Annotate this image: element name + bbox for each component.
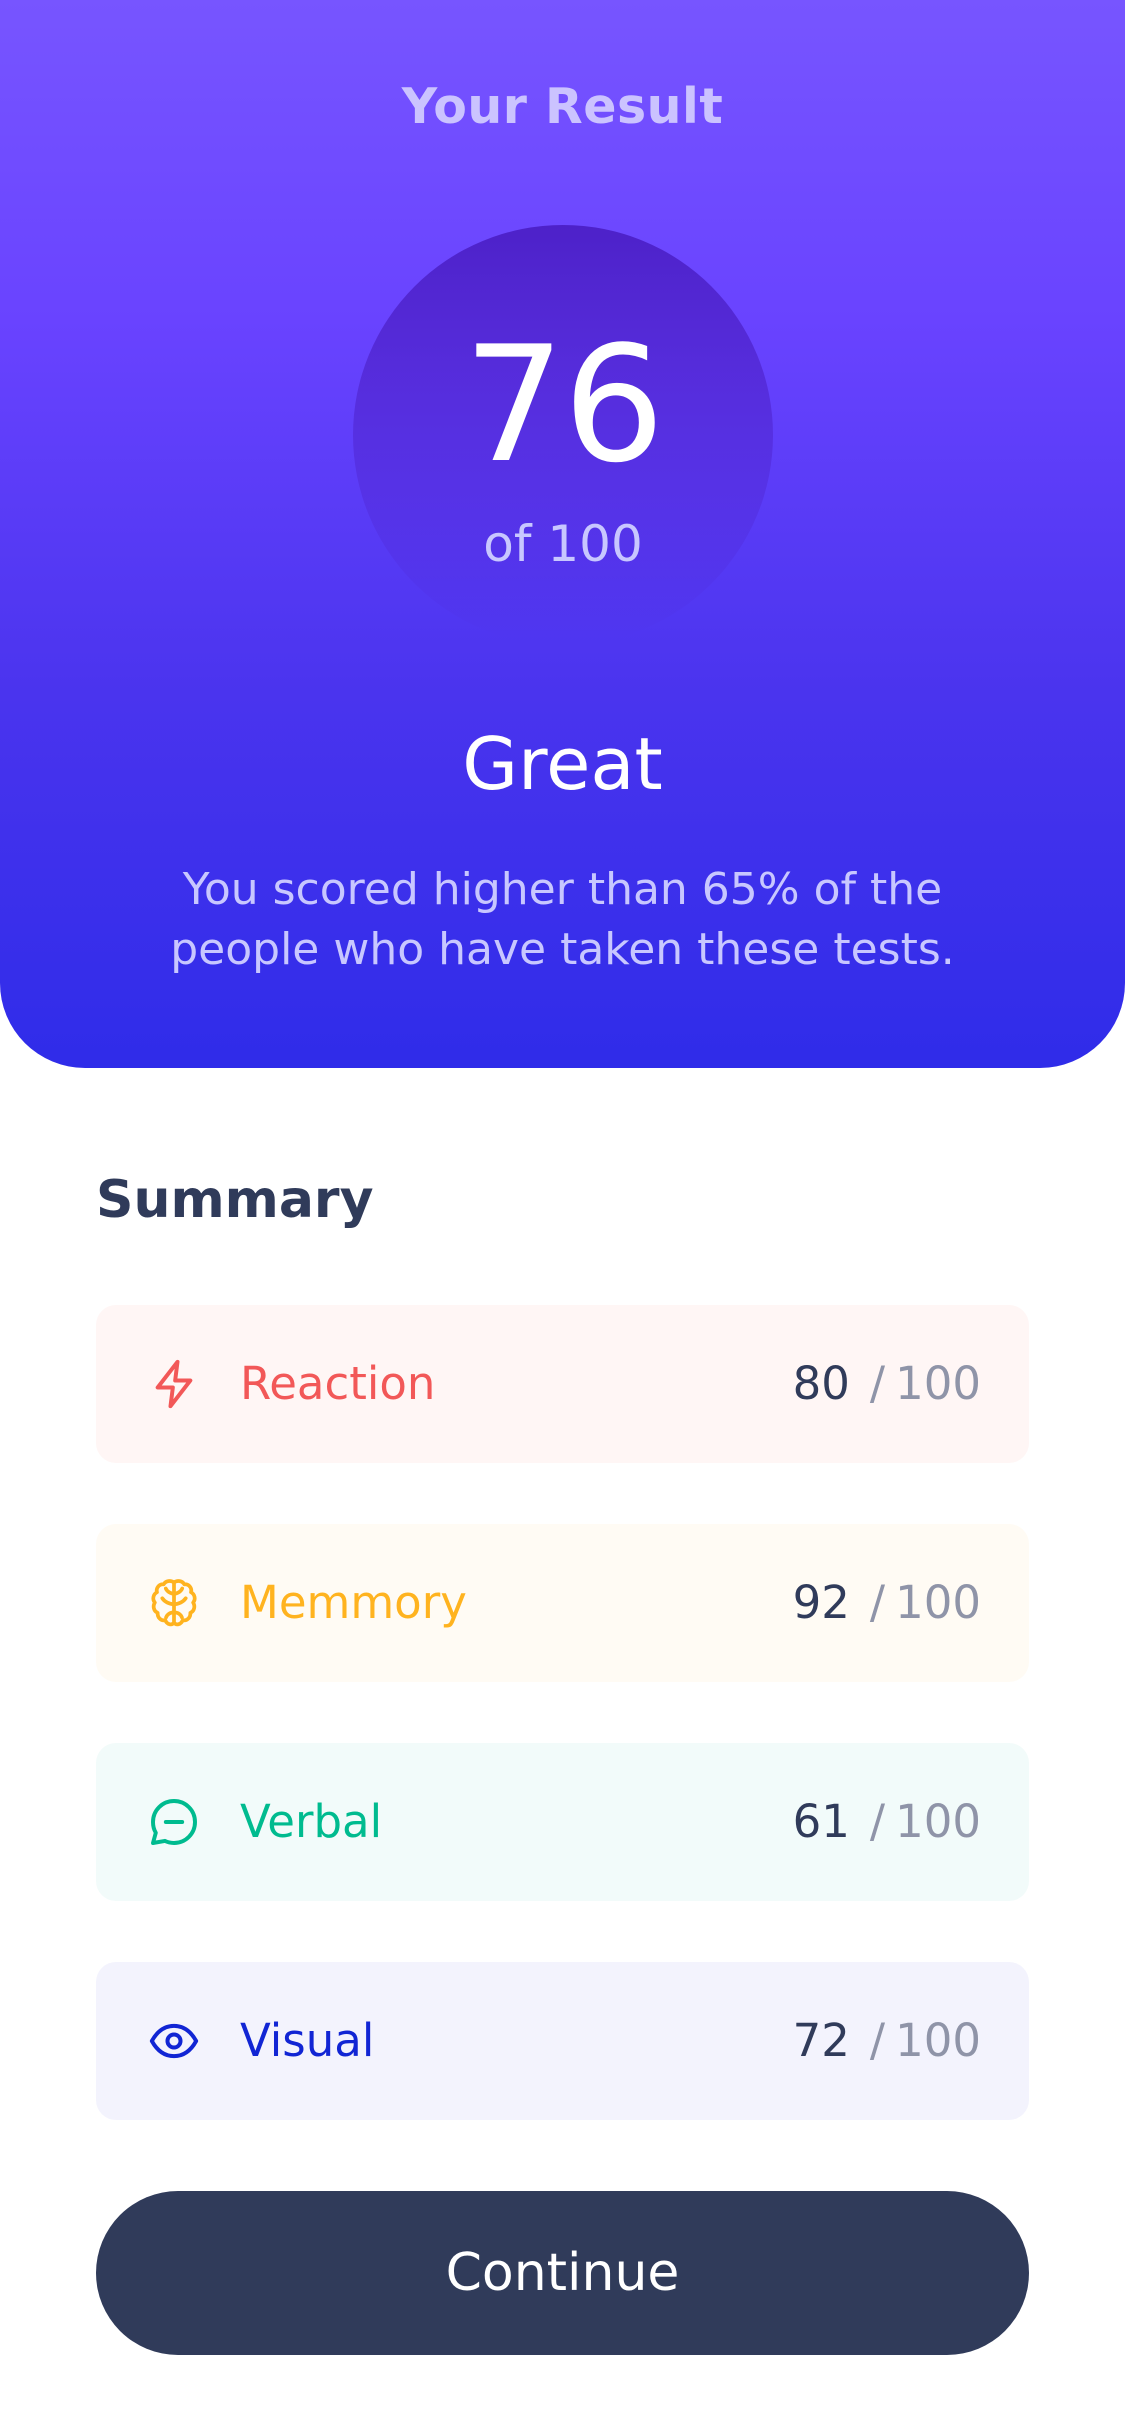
brain-icon [151,1579,197,1627]
summary-row-max: 100 [895,1357,981,1410]
summary-row-visual: Visual 72 /100 [96,1962,1029,2120]
summary-row-separator: / [869,1357,886,1410]
lightning-icon [155,1359,193,1409]
eye-icon [149,2023,199,2059]
chat-bubble-icon [151,1799,197,1845]
summary-row-verbal: Verbal 61 /100 [96,1743,1029,1901]
summary-row-separator: / [869,1576,886,1629]
summary-row-value: 72 [792,2014,850,2067]
score-circle: 76 of 100 [353,225,773,645]
summary-row-label: Reaction [240,1357,436,1410]
rating-label: Great [462,722,663,806]
result-panel: Your Result 76 of 100 Great You scored h… [0,0,1125,1068]
summary-row-score: 80 /100 [793,1305,981,1463]
summary-section: Summary Reaction 80/100 Memmory 92/100 V… [96,1160,1029,2120]
continue-button[interactable]: Continue [96,2191,1029,2355]
summary-row-label: Visual [240,2014,375,2067]
summary-row-score: 72 /100 [793,1962,981,2120]
summary-row-max: 100 [895,2014,981,2067]
summary-row-score: 61 /100 [793,1743,981,1901]
score-max: of 100 [483,515,643,573]
summary-row-value: 80 [792,1357,850,1410]
summary-row-max: 100 [895,1795,981,1848]
summary-row-label: Memmory [240,1576,467,1629]
summary-row-label: Verbal [240,1795,383,1848]
summary-row-value: 61 [792,1795,850,1848]
summary-row-separator: / [869,2014,886,2067]
summary-row-value: 92 [792,1576,850,1629]
summary-row-separator: / [869,1795,886,1848]
summary-row-max: 100 [895,1576,981,1629]
score-value: 76 [463,311,665,498]
summary-row-reaction: Reaction 80 /100 [96,1305,1029,1463]
summary-row-memory: Memmory 92 /100 [96,1524,1029,1682]
summary-row-score: 92 /100 [793,1524,981,1682]
result-heading: Your Result [401,78,724,135]
rating-message: You scored higher than 65% of the people… [170,864,955,975]
summary-title: Summary [96,1170,374,1230]
